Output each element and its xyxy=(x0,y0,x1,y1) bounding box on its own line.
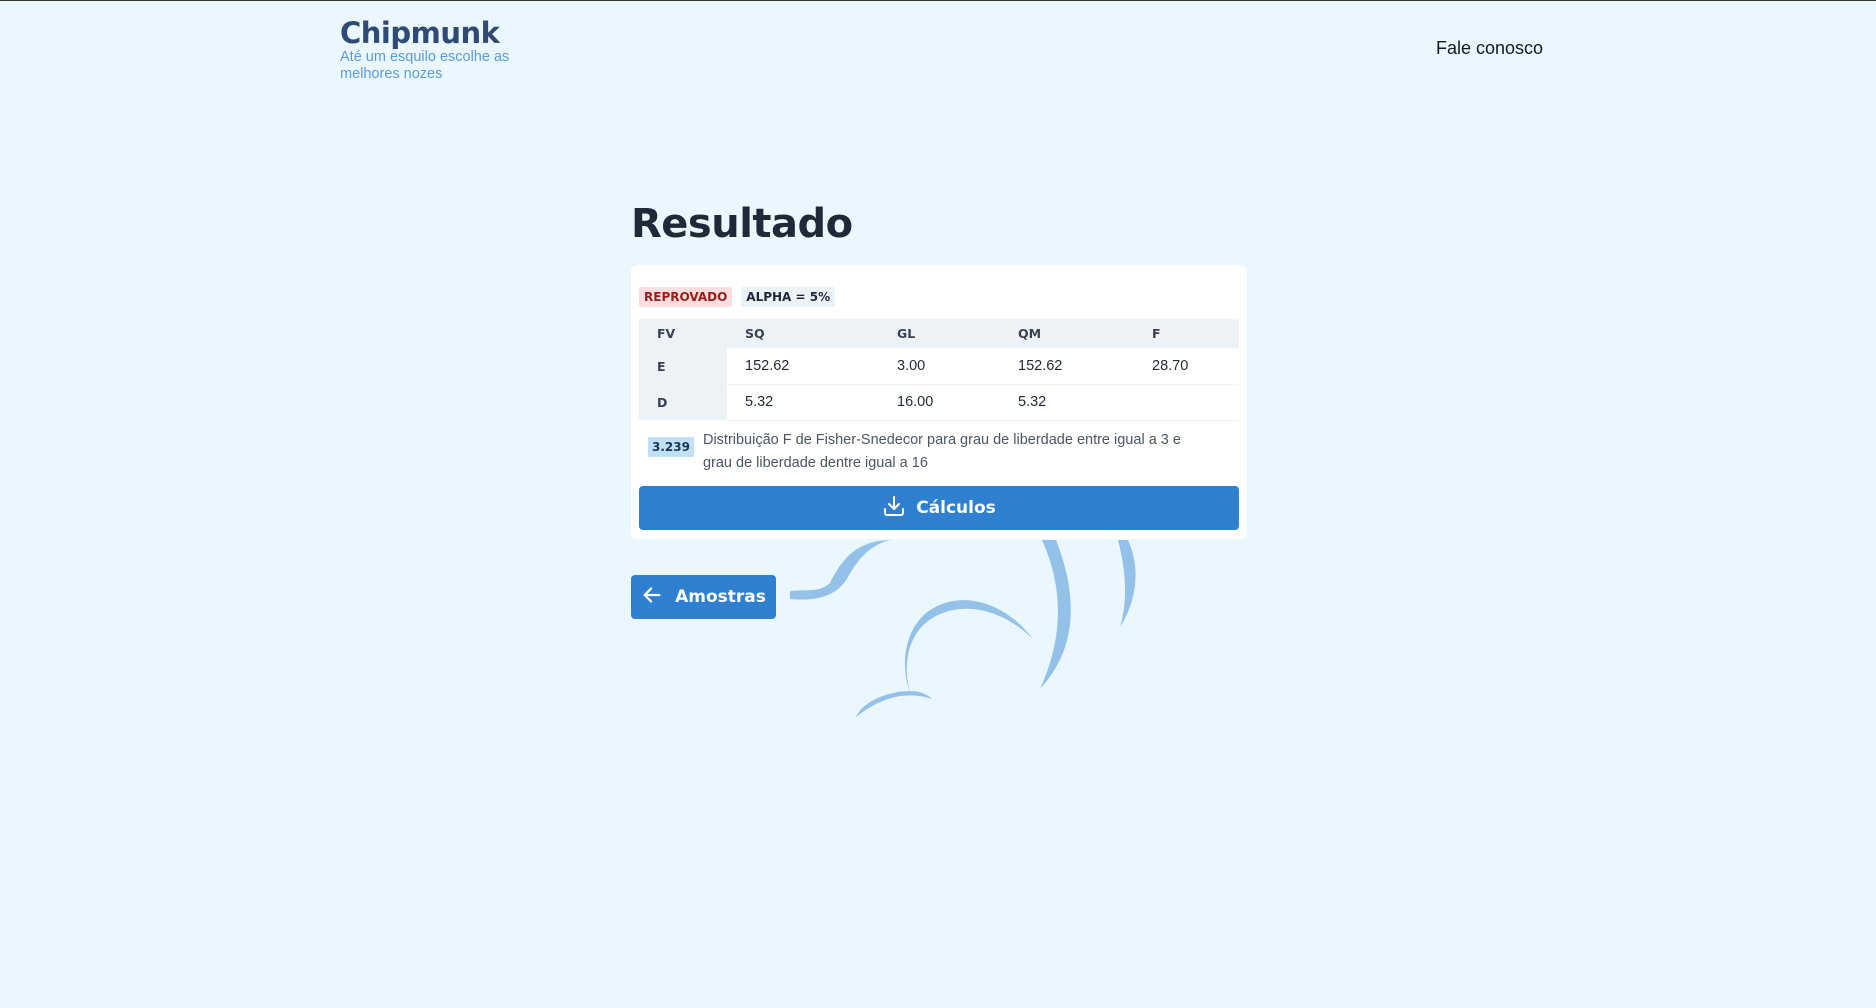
calculations-button-label: Cálculos xyxy=(916,498,996,518)
row-label-d: D xyxy=(639,384,727,420)
alpha-badge: ALPHA = 5% xyxy=(741,287,836,307)
contact-link[interactable]: Fale conosco xyxy=(1436,38,1543,59)
column-header-fv: FV xyxy=(639,319,727,348)
squirrel-illustration xyxy=(790,540,1136,717)
logo-title: Chipmunk xyxy=(340,16,500,50)
table-cell: 5.32 xyxy=(727,384,879,421)
badge-row: REPROVADO ALPHA = 5% xyxy=(639,287,1239,307)
table-header-row: FV SQ GL QM F xyxy=(639,319,1239,348)
table-cell: 3.00 xyxy=(879,348,1000,385)
table-cell: 16.00 xyxy=(879,384,1000,421)
logo-tagline: Até um esquilo escolhe as melhores nozes xyxy=(340,49,510,82)
critical-value-badge: 3.239 xyxy=(648,436,694,457)
distribution-note: 3.239 Distribuição F de Fisher-Snedecor … xyxy=(639,429,1239,475)
column-header-sq: SQ xyxy=(727,319,879,348)
logo[interactable]: Chipmunk Até um esquilo escolhe as melho… xyxy=(340,17,520,83)
back-button-label: Amostras xyxy=(675,587,766,607)
row-label-e: E xyxy=(639,348,727,384)
page-title: Resultado xyxy=(631,201,853,247)
column-header-qm: QM xyxy=(1000,319,1134,348)
table-cell xyxy=(1134,384,1239,421)
table-cell: 152.62 xyxy=(727,348,879,385)
table-row: D 5.32 16.00 5.32 xyxy=(639,384,1239,421)
table-row: E 152.62 3.00 152.62 28.70 xyxy=(639,348,1239,385)
arrow-left-icon xyxy=(641,584,663,611)
result-card: REPROVADO ALPHA = 5% FV SQ GL QM F E 152… xyxy=(631,265,1247,539)
anova-table: FV SQ GL QM F E 152.62 3.00 152.62 28.70… xyxy=(639,319,1239,421)
column-header-f: F xyxy=(1134,319,1239,348)
table-cell: 152.62 xyxy=(1000,348,1134,385)
status-badge: REPROVADO xyxy=(639,287,733,307)
table-cell: 28.70 xyxy=(1134,348,1239,385)
calculations-button[interactable]: Cálculos xyxy=(639,486,1239,530)
column-header-gl: GL xyxy=(879,319,1000,348)
download-icon xyxy=(882,494,906,523)
distribution-note-text: Distribuição F de Fisher-Snedecor para g… xyxy=(702,431,1181,471)
table-cell: 5.32 xyxy=(1000,384,1134,421)
back-to-samples-button[interactable]: Amostras xyxy=(631,575,776,619)
